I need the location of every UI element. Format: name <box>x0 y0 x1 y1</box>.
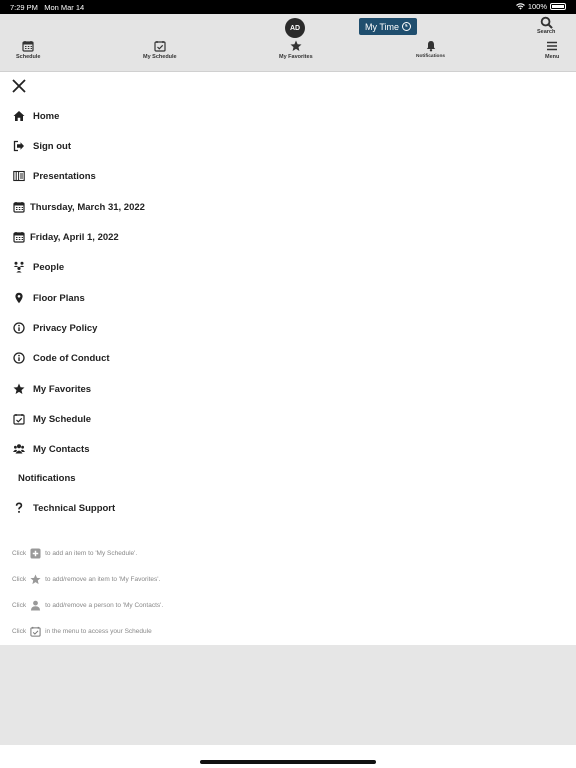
menu-item-privacy-policy[interactable]: Privacy Policy <box>13 322 97 334</box>
menu-item-code-of-conduct[interactable]: Code of Conduct <box>13 352 110 364</box>
menu-item-my-schedule[interactable]: My Schedule <box>13 413 91 425</box>
menu-item-floor-plans[interactable]: Floor Plans <box>13 292 85 304</box>
side-menu-panel: Home Sign out Presentations Thursday, Ma… <box>0 72 576 645</box>
menu-item-presentations[interactable]: Presentations <box>13 170 96 182</box>
top-nav-bar: AD My Time Search Schedule My Schedule M… <box>0 14 576 72</box>
calendar-check-icon <box>13 414 25 425</box>
calendar-icon <box>13 202 25 213</box>
menu-item-label: Home <box>33 110 60 122</box>
wifi-icon <box>515 3 525 10</box>
clock-icon <box>402 22 411 31</box>
star-icon <box>13 383 25 394</box>
battery-percent: 100% <box>527 2 547 11</box>
presentations-icon <box>13 170 25 182</box>
menu-item-label: Floor Plans <box>33 292 85 304</box>
my-time-label: My Time <box>364 21 399 32</box>
calendar-icon <box>13 232 25 243</box>
menu-item-label: Code of Conduct <box>33 352 110 364</box>
status-time: 7:29 PM Mon Mar 14 <box>10 3 85 12</box>
menu-item-label: Technical Support <box>33 502 116 514</box>
nav-schedule[interactable]: Schedule <box>16 40 40 60</box>
menu-item-people[interactable]: People <box>13 261 64 273</box>
home-icon <box>13 111 25 121</box>
nav-label: Schedule <box>16 54 41 60</box>
menu-item-label: People <box>33 261 65 273</box>
menu-item-label: Presentations <box>33 170 96 182</box>
status-bar: 7:29 PM Mon Mar 14 100% <box>0 0 576 14</box>
menu-item-label: Friday, April 1, 2022 <box>30 231 119 243</box>
menu-item-label: Notifications <box>18 473 76 484</box>
star-icon <box>290 40 302 51</box>
nav-menu[interactable]: Menu <box>545 40 559 60</box>
menu-item-label: Sign out <box>33 140 71 152</box>
nav-notifications[interactable]: Notifications <box>416 40 445 59</box>
hint-add-contacts: Click to add/remove a person to 'My Cont… <box>12 600 164 611</box>
menu-item-my-favorites[interactable]: My Favorites <box>13 383 91 395</box>
nav-label: My Schedule <box>143 54 177 60</box>
hint-add-favorites: Click to add/remove an item to 'My Favor… <box>12 574 161 585</box>
menu-item-friday[interactable]: Friday, April 1, 2022 <box>13 231 119 243</box>
close-icon[interactable] <box>12 79 26 93</box>
nav-my-favorites[interactable]: My Favorites <box>279 40 313 60</box>
calendar-check-icon <box>30 626 41 637</box>
home-indicator[interactable] <box>200 760 376 764</box>
calendar-icon <box>22 41 34 52</box>
menu-item-label: Privacy Policy <box>33 322 98 334</box>
hamburger-icon <box>547 41 558 51</box>
battery-icon <box>550 3 566 10</box>
menu-item-sign-out[interactable]: Sign out <box>13 140 71 152</box>
nav-my-schedule[interactable]: My Schedule <box>143 40 177 60</box>
calendar-check-icon <box>154 41 166 52</box>
menu-item-home[interactable]: Home <box>13 110 59 122</box>
hint-access-schedule: Click in the menu to access your Schedul… <box>12 626 152 637</box>
info-icon <box>13 322 25 334</box>
menu-item-label: Thursday, March 31, 2022 <box>30 201 145 213</box>
map-pin-icon <box>15 292 23 304</box>
star-icon <box>30 574 41 585</box>
menu-item-thursday[interactable]: Thursday, March 31, 2022 <box>13 201 145 213</box>
search-label: Search <box>537 29 556 35</box>
search-button[interactable]: Search <box>537 16 555 35</box>
nav-label: Notifications <box>416 54 446 59</box>
menu-item-label: My Schedule <box>33 413 92 425</box>
sign-out-icon <box>13 140 24 152</box>
nav-label: My Favorites <box>279 54 313 60</box>
avatar[interactable]: AD <box>285 18 305 38</box>
search-icon <box>540 16 553 29</box>
menu-item-label: My Favorites <box>33 383 92 395</box>
question-icon <box>15 502 23 513</box>
my-time-button[interactable]: My Time <box>359 18 417 35</box>
menu-item-my-contacts[interactable]: My Contacts <box>13 443 89 455</box>
people-icon <box>13 261 25 273</box>
bell-icon <box>426 41 435 52</box>
hint-add-schedule: Click to add an item to 'My Schedule'. <box>12 548 138 559</box>
menu-item-technical-support[interactable]: Technical Support <box>13 502 115 514</box>
bottom-safe-area <box>0 745 576 768</box>
info-icon <box>13 352 25 364</box>
plus-square-icon <box>30 548 41 559</box>
menu-item-notifications[interactable]: Notifications <box>18 473 76 484</box>
nav-label: Menu <box>545 54 560 60</box>
contacts-icon <box>13 444 25 454</box>
person-icon <box>31 600 41 611</box>
menu-item-label: My Contacts <box>33 443 90 455</box>
